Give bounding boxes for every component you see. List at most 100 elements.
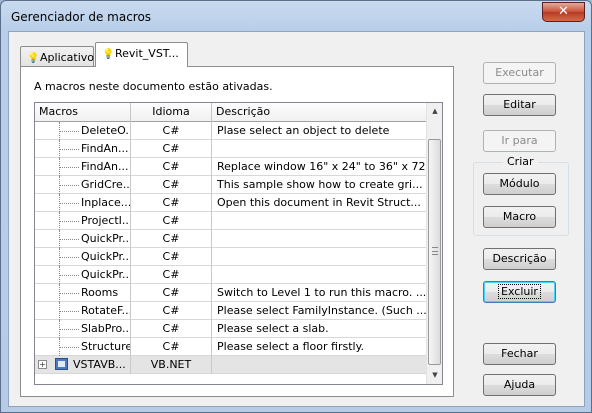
- scroll-down-arrow-icon[interactable]: ▼: [427, 367, 442, 384]
- macro-name: QuickPr...: [81, 268, 131, 281]
- macro-name-cell: + VSTAVB...: [35, 356, 131, 374]
- tree-branch: [59, 293, 79, 294]
- description-cell: This sample show how to create gri...: [212, 176, 427, 194]
- descricao-button[interactable]: Descrição: [483, 248, 556, 270]
- tab-panel: A macros neste documento estão ativadas.…: [20, 66, 454, 397]
- language-cell: C#: [131, 302, 212, 320]
- bulb-icon: 💡: [102, 49, 115, 60]
- macro-name: QuickPr...: [81, 232, 131, 245]
- language-cell: C#: [131, 284, 212, 302]
- table-row[interactable]: SlabPro... C# Please select a slab.: [35, 320, 427, 338]
- table-row[interactable]: DeleteO... C# Plase select an object to de…: [35, 122, 427, 140]
- vertical-scrollbar[interactable]: ▲ ▼: [426, 103, 442, 384]
- bulb-icon: 💡: [27, 53, 40, 64]
- table-row[interactable]: QuickPr... C#: [35, 248, 427, 266]
- tree-branch: [59, 275, 79, 276]
- macro-name-cell: ProjectI...: [35, 212, 131, 230]
- macro-button[interactable]: Macro: [483, 206, 556, 228]
- description-cell: [212, 248, 427, 266]
- close-button[interactable]: ✕: [542, 2, 585, 22]
- tree-branch: [59, 221, 79, 222]
- tree-branch: [59, 257, 79, 258]
- description-cell: [212, 212, 427, 230]
- language-cell: C#: [131, 194, 212, 212]
- description-cell: Switch to Level 1 to run this macro. ...: [212, 284, 427, 302]
- description-cell: Please select a slab.: [212, 320, 427, 338]
- macro-name-cell: DeleteO...: [35, 122, 131, 140]
- macro-name: FindAn...: [81, 160, 129, 173]
- description-cell: Replace window 16" x 24" to 36" x 72": [212, 158, 427, 176]
- description-cell: Please select FamilyInstance. (Such ...: [212, 302, 427, 320]
- macro-name-cell: FindAn...: [35, 158, 131, 176]
- macro-name-cell: Rooms: [35, 284, 131, 302]
- macro-name-cell: RotateF...: [35, 302, 131, 320]
- language-cell: C#: [131, 140, 212, 158]
- table-row[interactable]: Structure C# Please select a floor firstly…: [35, 338, 427, 356]
- window-title: Gerenciador de macros: [11, 10, 152, 24]
- language-cell: C#: [131, 338, 212, 356]
- table-row[interactable]: QuickPr... C#: [35, 266, 427, 284]
- table-row-vstavb-group[interactable]: + VSTAVB... VB.NET: [35, 356, 427, 374]
- ir-para-button[interactable]: Ir para: [483, 130, 556, 152]
- scroll-up-arrow-icon[interactable]: ▲: [427, 103, 442, 120]
- language-cell: C#: [131, 176, 212, 194]
- description-cell: Plase select an object to delete: [212, 122, 427, 140]
- excluir-button[interactable]: Excluir: [483, 281, 556, 303]
- macro-name-cell: QuickPr...: [35, 230, 131, 248]
- table-row[interactable]: ProjectI... C#: [35, 212, 427, 230]
- criar-group-label: Criar: [503, 155, 538, 168]
- tree-branch: [59, 239, 79, 240]
- macro-name-cell: Inplace...: [35, 194, 131, 212]
- description-cell: [212, 356, 427, 374]
- grid-header: Macros Idioma Descrição: [35, 103, 427, 122]
- fechar-button[interactable]: Fechar: [483, 343, 556, 365]
- macro-name: Structure: [81, 340, 131, 353]
- table-row[interactable]: GridCre... C# This sample show how to crea…: [35, 176, 427, 194]
- table-row[interactable]: QuickPr... C#: [35, 230, 427, 248]
- language-cell: C#: [131, 212, 212, 230]
- column-header-macros[interactable]: Macros: [35, 103, 131, 122]
- table-row[interactable]: Inplace... C# Open this document in Revit …: [35, 194, 427, 212]
- macro-name: QuickPr...: [81, 250, 131, 263]
- tree-branch: [59, 329, 79, 330]
- scroll-thumb[interactable]: [428, 139, 441, 365]
- tree-branch: [59, 203, 79, 204]
- modulo-button[interactable]: Módulo: [483, 173, 556, 195]
- macro-manager-window: Gerenciador de macros ✕ 💡Aplicativo 💡Rev…: [0, 0, 592, 413]
- language-cell: C#: [131, 266, 212, 284]
- macro-name: FindAn...: [81, 142, 129, 155]
- table-row[interactable]: FindAn... C# Replace window 16" x 24" to 3…: [35, 158, 427, 176]
- macro-name: GridCre...: [81, 178, 131, 191]
- macro-name: VSTAVB...: [73, 358, 126, 371]
- excluir-button-label: Excluir: [498, 284, 541, 299]
- macro-name-cell: QuickPr...: [35, 266, 131, 284]
- macros-grid[interactable]: Macros Idioma Descrição DeleteO... C# Plas…: [34, 102, 443, 385]
- expand-plus-icon[interactable]: +: [38, 360, 47, 369]
- table-row[interactable]: RotateF... C# Please select FamilyInstance…: [35, 302, 427, 320]
- macro-name-cell: GridCre...: [35, 176, 131, 194]
- language-cell: C#: [131, 158, 212, 176]
- macro-name: ProjectI...: [81, 214, 131, 227]
- column-header-idioma[interactable]: Idioma: [131, 103, 212, 122]
- table-row[interactable]: FindAn... C#: [35, 140, 427, 158]
- language-cell: VB.NET: [131, 356, 212, 374]
- tree-branch: [59, 185, 79, 186]
- column-header-descricao[interactable]: Descrição: [212, 103, 427, 122]
- language-cell: C#: [131, 248, 212, 266]
- tab-aplicativo[interactable]: 💡Aplicativo: [20, 46, 94, 66]
- macro-name-cell: FindAn...: [35, 140, 131, 158]
- tree-branch: [59, 347, 79, 348]
- tree-branch: [59, 149, 79, 150]
- dialog-client-area: 💡Aplicativo 💡Revit_VST... A macros neste…: [8, 31, 585, 407]
- ajuda-button[interactable]: Ajuda: [483, 374, 556, 396]
- editar-button[interactable]: Editar: [483, 94, 556, 116]
- tab-revit-vst[interactable]: 💡Revit_VST...: [95, 42, 188, 67]
- macros-enabled-message: A macros neste documento estão ativadas.: [34, 80, 273, 93]
- tab-label: Revit_VST...: [115, 47, 179, 60]
- description-cell: [212, 230, 427, 248]
- executar-button[interactable]: Executar: [483, 62, 556, 84]
- macro-name: Inplace...: [81, 196, 131, 209]
- description-cell: [212, 140, 427, 158]
- language-cell: C#: [131, 122, 212, 140]
- table-row[interactable]: Rooms C# Switch to Level 1 to run this mac…: [35, 284, 427, 302]
